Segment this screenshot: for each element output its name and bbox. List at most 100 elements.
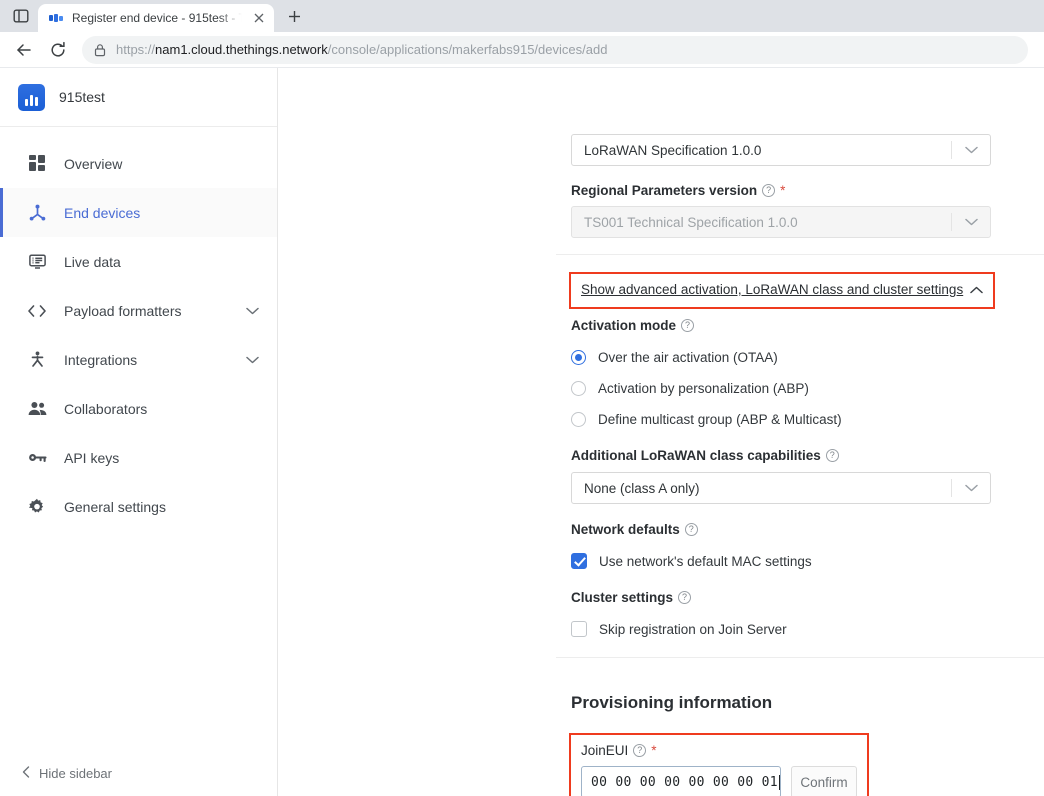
ttn-favicon-icon (48, 10, 64, 26)
sidebar-item-integrations[interactable]: Integrations (0, 335, 277, 384)
chevron-down-icon[interactable] (952, 484, 990, 492)
checkbox-skip-join-server[interactable]: Skip registration on Join Server (571, 614, 787, 644)
help-circle-icon[interactable]: ? (762, 184, 776, 197)
sidebar-item-label: Collaborators (64, 400, 148, 417)
code-brackets-icon (27, 301, 47, 321)
chevron-down-icon[interactable] (952, 218, 990, 226)
joineui-row: 00 00 00 00 00 00 00 01 Confirm (581, 766, 857, 796)
network-defaults-label: Network defaults ? (571, 522, 812, 537)
chevron-left-icon (22, 765, 30, 781)
help-circle-icon[interactable]: ? (684, 523, 698, 536)
sidebar-item-label: End devices (64, 204, 141, 221)
joineui-label: JoinEUI ? * (581, 743, 857, 758)
url-path: /console/applications/makerfabs915/devic… (327, 42, 608, 57)
joineui-value: 00 00 00 00 00 00 00 01 (591, 774, 778, 790)
sidebar-item-end-devices[interactable]: End devices (0, 188, 277, 237)
chevron-up-icon[interactable] (970, 282, 983, 297)
radio-label: Define multicast group (ABP & Multicast) (598, 411, 842, 427)
sidebar-item-label: API keys (64, 449, 120, 466)
radio-label: Over the air activation (OTAA) (598, 349, 778, 365)
checkbox-indicator[interactable] (571, 553, 587, 569)
key-icon (27, 448, 47, 468)
class-capabilities-label: Additional LoRaWAN class capabilities ? (571, 448, 991, 463)
sidebar-item-payload-formatters[interactable]: Payload formatters (0, 286, 277, 335)
joineui-input[interactable]: 00 00 00 00 00 00 00 01 (581, 766, 781, 796)
checkbox-use-default-mac[interactable]: Use network's default MAC settings (571, 546, 812, 576)
url-host: nam1.cloud.thethings.network (155, 42, 328, 57)
help-circle-icon[interactable]: ? (633, 744, 647, 757)
radio-indicator[interactable] (571, 380, 586, 396)
page-viewport: 915test Overview End devices Live data P… (0, 68, 1044, 796)
grid-overview-icon (27, 154, 47, 174)
advanced-settings-highlight: Show advanced activation, LoRaWAN class … (569, 272, 996, 309)
browser-tab-title: Register end device - 915test - T (72, 11, 242, 25)
help-circle-icon[interactable]: ? (825, 449, 839, 462)
reload-icon[interactable] (42, 34, 74, 66)
class-capabilities-value: None (class A only) (584, 480, 700, 496)
regional-parameters-select[interactable]: TS001 Technical Specification 1.0.0 (571, 206, 991, 238)
cluster-settings-label-text: Cluster settings (571, 590, 674, 605)
radio-otaa[interactable]: Over the air activation (OTAA) (571, 342, 842, 372)
integrations-icon (27, 350, 47, 370)
sidebar-item-general-settings[interactable]: General settings (0, 482, 277, 531)
class-capabilities-select[interactable]: None (class A only) (571, 472, 991, 504)
sidebar-item-collaborators[interactable]: Collaborators (0, 384, 277, 433)
checkbox-indicator[interactable] (571, 621, 587, 637)
text-caret (778, 774, 780, 790)
sidebar-item-live-data[interactable]: Live data (0, 237, 277, 286)
sidebar-item-label: Live data (64, 253, 121, 270)
advanced-settings-label: Show advanced activation, LoRaWAN class … (581, 282, 964, 297)
joineui-highlight: JoinEUI ? * 00 00 00 00 00 00 00 01 Conf… (569, 733, 869, 796)
activation-mode-label: Activation mode ? (571, 318, 842, 333)
provisioning-section-title: Provisioning information (571, 693, 773, 712)
required-marker: * (780, 183, 786, 198)
radio-indicator[interactable] (571, 349, 586, 365)
radio-abp[interactable]: Activation by personalization (ABP) (571, 373, 842, 403)
register-end-device-form: LoRaWAN Specification 1.0.0 Regional Par… (278, 68, 1044, 796)
url-prefix: https:// (116, 42, 156, 57)
radio-multicast[interactable]: Define multicast group (ABP & Multicast) (571, 404, 842, 434)
checkbox-label: Skip registration on Join Server (599, 621, 787, 637)
help-circle-icon[interactable]: ? (678, 591, 692, 604)
sidebar-item-label: Integrations (64, 351, 138, 368)
activation-mode-label-text: Activation mode (571, 318, 677, 333)
back-arrow-icon[interactable] (8, 34, 40, 66)
chevron-down-icon[interactable] (246, 356, 259, 364)
confirm-button[interactable]: Confirm (791, 766, 857, 796)
browser-tab[interactable]: Register end device - 915test - T (38, 4, 274, 32)
advanced-settings-toggle[interactable]: Show advanced activation, LoRaWAN class … (571, 282, 983, 297)
chevron-down-icon[interactable] (952, 146, 990, 154)
address-bar[interactable]: https://nam1.cloud.thethings.network/con… (82, 35, 1028, 64)
joineui-label-text: JoinEUI (581, 743, 629, 758)
live-data-icon (27, 252, 47, 272)
browser-tabstrip: Register end device - 915test - T (0, 0, 1044, 32)
lock-icon (94, 43, 106, 57)
sidebar-item-label: Overview (64, 155, 123, 172)
sidebar-item-api-keys[interactable]: API keys (0, 433, 277, 482)
lorawan-version-select[interactable]: LoRaWAN Specification 1.0.0 (571, 134, 991, 166)
sidebar-item-label: General settings (64, 498, 166, 515)
browser-sidebar-toggle-icon[interactable] (4, 0, 38, 32)
collaborators-icon (27, 399, 47, 419)
sidebar-nav-list: Overview End devices Live data Payload f… (0, 127, 277, 750)
network-defaults-label-text: Network defaults (571, 522, 680, 537)
address-bar-url: https://nam1.cloud.thethings.network/con… (116, 42, 607, 57)
radio-label: Activation by personalization (ABP) (598, 380, 809, 396)
close-icon[interactable] (250, 9, 268, 27)
application-header[interactable]: 915test (0, 68, 277, 127)
lorawan-version-value: LoRaWAN Specification 1.0.0 (584, 142, 762, 158)
browser-toolbar: https://nam1.cloud.thethings.network/con… (0, 32, 1044, 68)
hide-sidebar-label: Hide sidebar (39, 765, 112, 781)
regional-parameters-value: TS001 Technical Specification 1.0.0 (584, 214, 798, 230)
new-tab-plus-icon[interactable] (280, 2, 308, 30)
cluster-settings-label: Cluster settings ? (571, 590, 787, 605)
gear-icon (27, 497, 47, 517)
section-divider (556, 657, 1044, 658)
required-marker: * (651, 743, 657, 758)
chevron-down-icon[interactable] (246, 307, 259, 315)
help-circle-icon[interactable]: ? (681, 319, 695, 332)
browser-window: Register end device - 915test - T https:… (0, 0, 1044, 796)
sidebar-item-overview[interactable]: Overview (0, 139, 277, 188)
radio-indicator[interactable] (571, 411, 586, 427)
hide-sidebar-button[interactable]: Hide sidebar (0, 750, 277, 796)
